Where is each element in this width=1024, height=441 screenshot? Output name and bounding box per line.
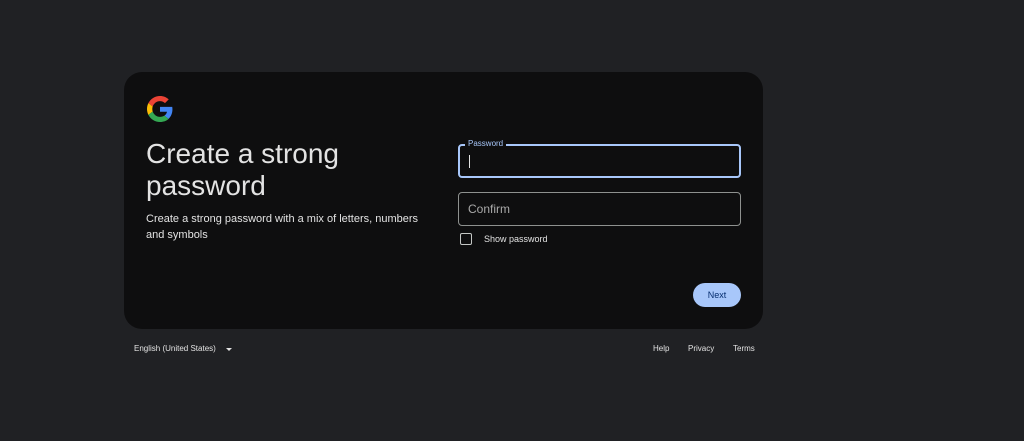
page-title: Create a strong password <box>146 138 339 201</box>
page-subtitle: Create a strong password with a mix of l… <box>146 213 419 241</box>
create-password-card: Create a strong password Create a strong… <box>124 72 763 329</box>
footer: English (United States) Help Privacy Ter… <box>124 343 764 357</box>
password-input[interactable] <box>460 146 739 176</box>
dropdown-arrow-icon[interactable] <box>225 347 232 351</box>
language-selector[interactable]: English (United States) <box>134 343 232 355</box>
show-password-checkbox[interactable] <box>460 233 472 245</box>
privacy-link[interactable]: Privacy <box>688 343 714 355</box>
terms-link[interactable]: Terms <box>733 343 755 355</box>
show-password-toggle[interactable]: Show password <box>460 233 548 245</box>
language-selector-label[interactable]: English (United States) <box>134 343 216 355</box>
show-password-label[interactable]: Show password <box>484 233 548 245</box>
password-field[interactable]: Password <box>458 138 741 178</box>
confirm-input[interactable] <box>459 193 740 225</box>
page: Create a strong password Create a strong… <box>0 0 1024 441</box>
help-link[interactable]: Help <box>653 343 669 355</box>
next-button[interactable]: Next <box>693 283 741 307</box>
text-cursor <box>469 155 470 168</box>
google-logo-icon <box>147 96 173 122</box>
confirm-field[interactable] <box>458 192 741 226</box>
